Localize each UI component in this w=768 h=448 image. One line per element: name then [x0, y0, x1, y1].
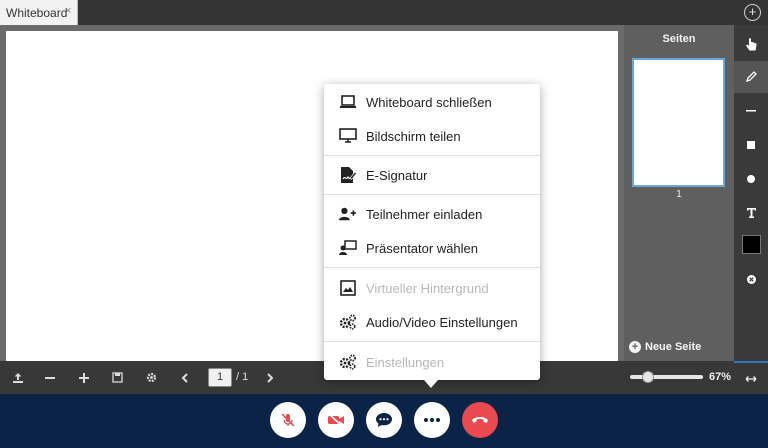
page-thumbnail-number: 1 — [676, 189, 682, 200]
menu-item-share-screen[interactable]: Bildschirm teilen — [324, 119, 540, 153]
zoom-in-button[interactable] — [74, 361, 94, 394]
new-page-button[interactable]: + Neue Seite — [629, 341, 701, 353]
circle-icon — [747, 175, 755, 183]
previous-page-button[interactable] — [175, 361, 195, 394]
page-thumbnail[interactable] — [632, 58, 725, 187]
menu-item-label: Audio/Video Einstellungen — [366, 315, 518, 330]
color-picker[interactable] — [742, 235, 761, 254]
zoom-slider-handle[interactable] — [642, 371, 655, 383]
page-number-input[interactable]: 1 — [208, 368, 232, 387]
add-user-icon — [339, 205, 357, 223]
chevron-right-icon — [267, 372, 274, 383]
presenter-icon — [339, 239, 357, 257]
pointer-tool[interactable] — [734, 29, 768, 61]
upload-button[interactable] — [8, 361, 28, 394]
signature-icon — [339, 166, 357, 184]
monitor-icon — [339, 127, 357, 145]
menu-divider — [324, 267, 540, 268]
more-dots-icon — [424, 418, 440, 422]
tab-whiteboard[interactable]: Whiteboard × — [0, 0, 78, 25]
text-tool[interactable] — [734, 196, 768, 228]
tab-bar: Whiteboard × + — [0, 0, 768, 25]
menu-item-e-signature[interactable]: E-Signatur — [324, 158, 540, 192]
menu-item-label: Einstellungen — [366, 355, 445, 370]
menu-item-label: E-Signatur — [366, 168, 428, 183]
plus-icon — [79, 372, 89, 383]
more-options-menu: Whiteboard schließen Bildschirm teilen E… — [324, 84, 540, 380]
plus-circle-icon: + — [629, 341, 641, 353]
pen-icon — [745, 71, 757, 83]
menu-item-label: Bildschirm teilen — [366, 129, 461, 144]
microphone-muted-icon — [281, 413, 295, 427]
pages-panel: Seiten 1 + Neue Seite — [624, 25, 734, 361]
page-total: / 1 — [236, 371, 249, 383]
line-icon — [746, 110, 756, 112]
laptop-icon — [339, 93, 357, 111]
menu-item-label: Präsentator wählen — [366, 241, 479, 256]
upload-icon — [13, 372, 23, 383]
image-icon — [339, 279, 357, 297]
text-icon — [746, 207, 756, 218]
gear-icon — [146, 372, 156, 383]
chevron-left-icon — [181, 372, 188, 383]
menu-item-audio-video-settings[interactable]: Audio/Video Einstellungen — [324, 305, 540, 339]
menu-item-settings: Einstellungen — [324, 345, 540, 379]
pages-title: Seiten — [662, 33, 696, 45]
gears-icon — [339, 313, 357, 331]
menu-item-virtual-background: Virtueller Hintergrund — [324, 271, 540, 305]
gears-icon — [339, 353, 357, 371]
tab-label: Whiteboard — [6, 6, 68, 20]
phone-hangup-icon — [472, 417, 488, 423]
menu-item-label: Teilnehmer einladen — [366, 207, 483, 222]
settings-button[interactable] — [141, 361, 161, 394]
zoom-slider[interactable] — [630, 371, 703, 383]
menu-item-choose-presenter[interactable]: Präsentator wählen — [324, 231, 540, 265]
menu-item-label: Virtueller Hintergrund — [366, 281, 489, 296]
call-control-bar — [0, 394, 768, 448]
tab-close-icon[interactable]: × — [65, 5, 71, 17]
menu-divider — [324, 341, 540, 342]
zoom-level: 67% — [709, 371, 732, 383]
square-icon — [747, 141, 755, 149]
eraser-tool[interactable] — [734, 263, 768, 295]
menu-divider — [324, 194, 540, 195]
menu-item-label: Whiteboard schließen — [366, 95, 492, 110]
line-tool[interactable] — [734, 95, 768, 127]
chat-button[interactable] — [366, 402, 402, 438]
circle-tool[interactable] — [734, 163, 768, 195]
menu-item-invite-participants[interactable]: Teilnehmer einladen — [324, 197, 540, 231]
tools-sidebar — [734, 25, 768, 361]
menu-divider — [324, 155, 540, 156]
pen-tool[interactable] — [734, 61, 768, 93]
more-options-button[interactable] — [414, 402, 450, 438]
save-button[interactable] — [107, 361, 127, 394]
camera-off-icon — [328, 413, 344, 427]
chat-icon — [376, 413, 392, 427]
next-page-button[interactable] — [260, 361, 280, 394]
menu-pointer-arrow — [424, 380, 438, 388]
clear-icon — [746, 274, 756, 284]
save-icon — [111, 372, 123, 383]
zoom-out-button[interactable] — [40, 361, 60, 394]
hang-up-button[interactable] — [462, 402, 498, 438]
rectangle-tool[interactable] — [734, 129, 768, 161]
new-page-label: Neue Seite — [645, 341, 702, 353]
add-tab-button[interactable]: + — [744, 4, 761, 21]
hand-pointer-icon — [746, 38, 757, 51]
horizontal-arrows-icon — [745, 375, 757, 382]
toggle-fullwidth-button[interactable] — [734, 361, 768, 394]
menu-item-close-whiteboard[interactable]: Whiteboard schließen — [324, 85, 540, 119]
camera-toggle-button[interactable] — [318, 402, 354, 438]
minus-icon — [45, 376, 55, 379]
mute-microphone-button[interactable] — [270, 402, 306, 438]
